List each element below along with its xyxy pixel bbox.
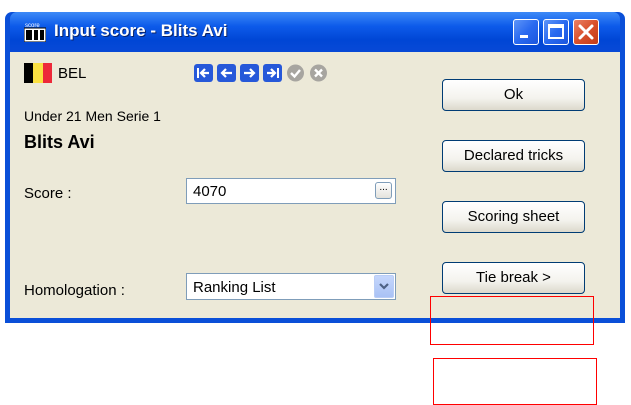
highlight-box-lower	[433, 358, 597, 405]
next-arrow-icon[interactable]	[240, 64, 259, 82]
belgium-flag-icon	[24, 63, 52, 83]
country-code: BEL	[58, 65, 87, 82]
score-value: 4070	[193, 183, 227, 200]
close-icon	[578, 24, 594, 40]
minimize-icon	[520, 35, 528, 38]
player-name: Blits Avi	[24, 132, 95, 152]
dialog-body: BEL Under 21 Men Serie 1 Blits Avi Score…	[10, 52, 620, 318]
close-button[interactable]	[573, 19, 599, 45]
score-label: Score :	[24, 185, 72, 202]
score-input[interactable]: 4070 ...	[186, 178, 396, 204]
homologation-value: Ranking List	[193, 279, 276, 296]
highlight-box-upper	[430, 296, 594, 345]
maximize-icon	[548, 24, 564, 39]
minimize-button[interactable]	[513, 19, 539, 45]
confirm-check-icon[interactable]	[286, 64, 305, 82]
homologation-label: Homologation :	[24, 282, 125, 299]
maximize-button[interactable]	[543, 19, 569, 45]
app-icon-text: score	[25, 23, 40, 29]
category-label: Under 21 Men Serie 1	[24, 108, 161, 124]
score-ellipsis-button[interactable]: ...	[375, 182, 392, 199]
tie-break-button[interactable]: Tie break >	[442, 262, 585, 294]
declared-tricks-button[interactable]: Declared tricks	[442, 140, 585, 172]
last-arrow-icon[interactable]	[263, 64, 282, 82]
window-title: Input score - Blits Avi	[54, 21, 228, 40]
scoring-sheet-button[interactable]: Scoring sheet	[442, 201, 585, 233]
input-score-window: score Input score - Blits Avi BEL Under …	[5, 12, 625, 323]
app-score-icon: score	[24, 23, 46, 42]
dropdown-button[interactable]	[374, 275, 394, 298]
title-bar[interactable]: score Input score - Blits Avi	[10, 12, 620, 52]
homologation-select[interactable]: Ranking List	[186, 273, 396, 300]
first-arrow-icon[interactable]	[194, 64, 213, 82]
cancel-x-icon[interactable]	[309, 64, 328, 82]
previous-arrow-icon[interactable]	[217, 64, 236, 82]
ok-button[interactable]: Ok	[442, 79, 585, 111]
chevron-down-icon	[379, 283, 389, 290]
